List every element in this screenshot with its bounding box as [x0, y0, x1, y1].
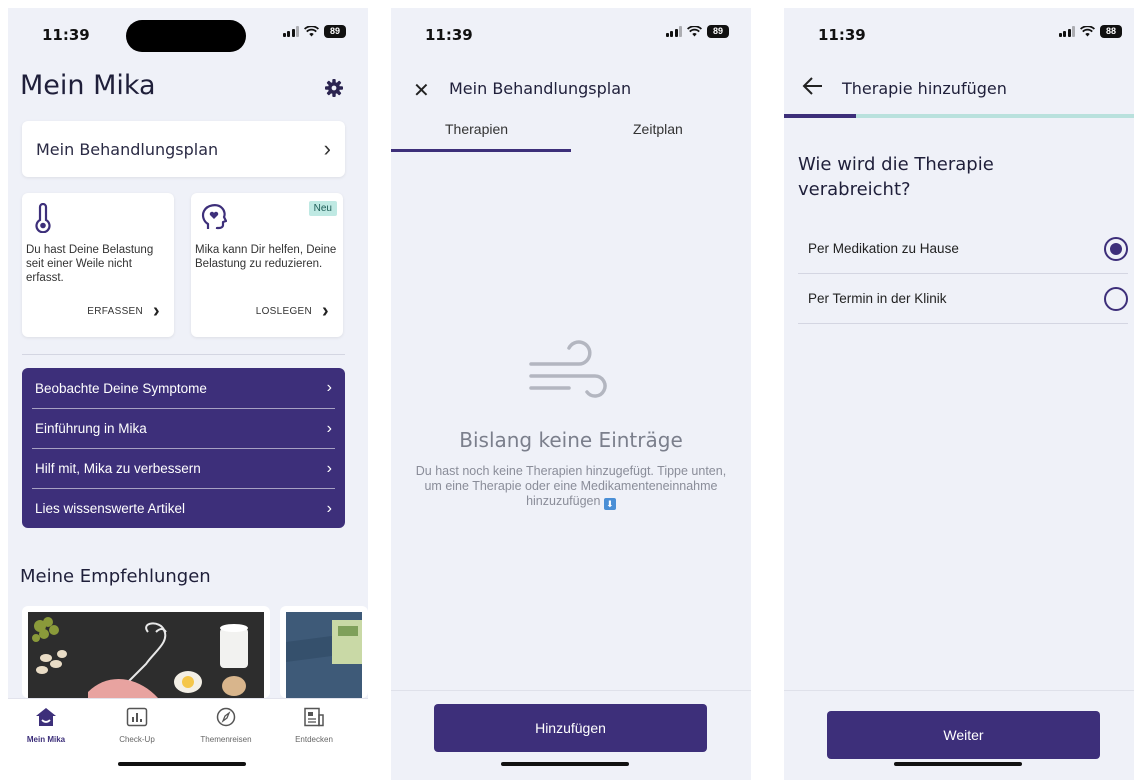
bottom-tab-bar: Mein Mika Check-Up Themenreisen Entdecke…	[8, 698, 368, 780]
battery-icon: 89	[707, 25, 729, 38]
treatment-plan-card[interactable]: Mein Behandlungsplan ›	[22, 121, 345, 177]
add-button[interactable]: Hinzufügen	[434, 704, 707, 752]
arrow-down-icon: ⬇	[603, 498, 616, 510]
chevron-right-icon: ›	[326, 499, 332, 517]
treatment-plan-label: Mein Behandlungsplan	[36, 140, 219, 159]
page-title: Mein Behandlungsplan	[449, 79, 632, 98]
signal-icon	[282, 26, 299, 37]
battery-icon: 89	[324, 25, 346, 38]
page-title: Mein Mika	[20, 70, 156, 101]
page-title: Therapie hinzufügen	[842, 79, 1007, 98]
menu-item-symptoms[interactable]: Beobachte Deine Symptome ›	[22, 368, 345, 408]
stress-tracking-tile[interactable]: Du hast Deine Belastung seit einer Weile…	[22, 193, 174, 337]
wifi-icon	[304, 26, 319, 37]
screen-treatment-plan: 11:39 89 ✕ Mein Behandlungsplan Therapie…	[391, 8, 751, 780]
status-bar: 11:39 89	[391, 8, 751, 58]
signal-icon	[1058, 26, 1075, 37]
home-indicator	[894, 762, 1022, 766]
chevron-right-icon: ›	[326, 459, 332, 477]
new-badge: Neu	[308, 201, 337, 216]
signal-icon	[665, 26, 682, 37]
option-clinic-appointment[interactable]: Per Termin in der Klinik	[798, 274, 1128, 324]
question-heading: Wie wird die Therapie verabreicht?	[798, 154, 994, 200]
chevron-right-icon: ›	[323, 136, 331, 161]
start-button[interactable]: LOSLEGEN ›	[256, 300, 329, 323]
tab-entdecken[interactable]: Entdecken	[278, 707, 350, 744]
status-bar: 11:39 89	[8, 8, 368, 58]
newspaper-icon	[304, 707, 324, 727]
recommendations-heading: Meine Empfehlungen	[20, 566, 211, 587]
next-button[interactable]: Weiter	[827, 711, 1100, 759]
dynamic-island	[126, 20, 246, 52]
recommendation-card[interactable]	[22, 606, 270, 698]
divider	[22, 354, 345, 355]
tab-themenreisen[interactable]: Themenreisen	[190, 707, 262, 744]
recommendation-card[interactable]	[280, 606, 368, 698]
radio-unselected[interactable]	[1104, 287, 1128, 311]
menu-item-feedback[interactable]: Hilf mit, Mika zu verbessern ›	[32, 448, 335, 488]
screen-mein-mika: 11:39 89 Mein Mika Mein Behandlungsplan …	[8, 8, 368, 780]
option-home-medication[interactable]: Per Medikation zu Hause	[798, 224, 1128, 274]
capture-button[interactable]: ERFASSEN ›	[87, 300, 160, 323]
thermometer-icon	[35, 203, 51, 233]
chevron-right-icon: ›	[153, 300, 160, 322]
chevron-right-icon: ›	[322, 300, 329, 322]
tile-text: Mika kann Dir helfen, Deine Belastung zu…	[195, 244, 337, 270]
tile-text: Du hast Deine Belastung seit einer Weile…	[26, 244, 154, 284]
close-icon[interactable]: ✕	[413, 78, 430, 103]
active-tab-indicator	[391, 149, 571, 152]
status-bar: 11:39 88	[784, 8, 1134, 58]
tab-mein-mika[interactable]: Mein Mika	[10, 707, 82, 744]
tab-check-up[interactable]: Check-Up	[101, 707, 173, 744]
menu-item-articles[interactable]: Lies wissenswerte Artikel ›	[32, 488, 335, 528]
empty-state-title: Bislang keine Einträge	[459, 428, 683, 452]
head-heart-icon	[201, 204, 227, 230]
chart-icon	[126, 707, 148, 727]
recommendation-image	[286, 612, 362, 698]
radio-selected[interactable]	[1104, 237, 1128, 261]
status-time: 11:39	[818, 26, 866, 44]
tab-therapien[interactable]: Therapien	[445, 121, 508, 137]
battery-icon: 88	[1100, 25, 1122, 38]
progress-fill	[784, 114, 856, 118]
home-indicator	[501, 762, 629, 766]
status-time: 11:39	[425, 26, 473, 44]
chevron-right-icon: ›	[326, 379, 332, 396]
status-time: 11:39	[42, 26, 90, 44]
wifi-icon	[687, 26, 702, 37]
compass-icon	[216, 707, 236, 727]
tab-zeitplan[interactable]: Zeitplan	[633, 121, 683, 137]
menu-item-intro[interactable]: Einführung in Mika ›	[32, 408, 335, 448]
gear-icon[interactable]	[324, 78, 344, 98]
home-icon	[36, 708, 56, 726]
stress-help-tile[interactable]: Neu Mika kann Dir helfen, Deine Belastun…	[191, 193, 343, 337]
feature-menu: Beobachte Deine Symptome › Einführung in …	[22, 368, 345, 528]
recommendation-image	[28, 612, 264, 698]
wifi-icon	[1080, 26, 1095, 37]
back-arrow-icon[interactable]	[802, 76, 824, 96]
progress-bar	[784, 114, 1134, 118]
home-indicator	[118, 762, 246, 766]
chevron-right-icon: ›	[326, 419, 332, 437]
tab-bar: Therapien Zeitplan	[391, 112, 751, 152]
screen-add-therapy: 11:39 88 Therapie hinzufügen Wie wird di…	[784, 8, 1134, 780]
empty-state-text: Du hast noch keine Therapien hinzugefügt…	[415, 464, 727, 508]
wind-icon	[529, 340, 607, 398]
